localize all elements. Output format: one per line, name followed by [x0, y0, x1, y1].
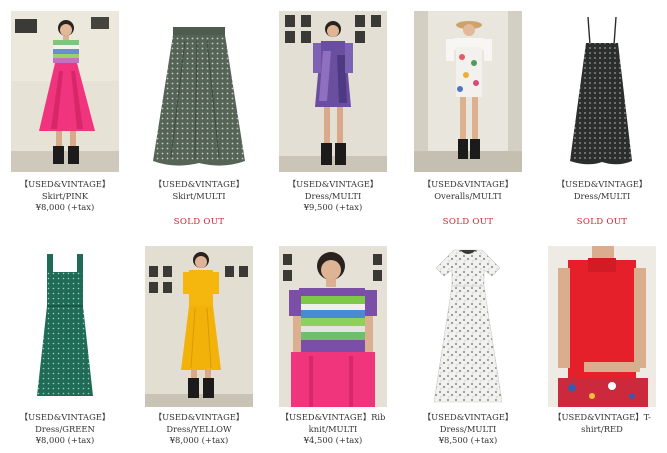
- green-dress-photo: [11, 246, 119, 407]
- product-image[interactable]: [414, 11, 522, 172]
- product-price: ¥8,000 (+tax): [35, 435, 95, 445]
- red-tank-photo: [548, 246, 656, 407]
- sold-out-label: SOLD OUT: [173, 217, 225, 227]
- product-title[interactable]: 【USED&VINTAGE】T-: [534, 412, 667, 424]
- product-title[interactable]: 【USED&VINTAGE】: [400, 179, 536, 191]
- product-image[interactable]: [548, 11, 656, 172]
- product-title[interactable]: 【USED&VINTAGE】: [534, 179, 667, 191]
- product-subtitle[interactable]: Overalls/MULTI: [400, 191, 536, 203]
- product-image[interactable]: [414, 246, 522, 407]
- product-price: ¥8,000 (+tax): [35, 202, 95, 212]
- product-image[interactable]: [11, 246, 119, 407]
- product-image[interactable]: [548, 246, 656, 407]
- product-image[interactable]: [279, 246, 387, 407]
- product-price: ¥8,000 (+tax): [169, 435, 229, 445]
- product-title[interactable]: 【USED&VINTAGE】Rib: [265, 412, 401, 424]
- product-title[interactable]: 【USED&VINTAGE】: [265, 179, 401, 191]
- product-caption[interactable]: 【USED&VINTAGE】T- shirt/RED: [534, 412, 667, 435]
- product-caption[interactable]: 【USED&VINTAGE】 Dress/YELLOW ¥8,000 (+tax…: [131, 412, 267, 447]
- white-dress-photo: [414, 246, 522, 407]
- product-caption[interactable]: 【USED&VINTAGE】 Dress/GREEN ¥8,000 (+tax): [0, 412, 133, 447]
- product-subtitle[interactable]: Dress/MULTI: [265, 191, 401, 203]
- product-image[interactable]: [145, 11, 253, 172]
- product-price: ¥8,500 (+tax): [438, 435, 498, 445]
- pink-skirt-photo: [11, 11, 119, 172]
- product-title[interactable]: 【USED&VINTAGE】: [0, 412, 133, 424]
- product-subtitle[interactable]: Dress/MULTI: [400, 424, 536, 436]
- product-title[interactable]: 【USED&VINTAGE】: [131, 412, 267, 424]
- product-caption[interactable]: 【USED&VINTAGE】 Dress/MULTI: [534, 179, 667, 202]
- product-image[interactable]: [279, 11, 387, 172]
- product-caption[interactable]: 【USED&VINTAGE】 Skirt/MULTI: [131, 179, 267, 202]
- product-image[interactable]: [11, 11, 119, 172]
- product-price: ¥9,500 (+tax): [303, 202, 363, 212]
- product-image[interactable]: [145, 246, 253, 407]
- gray-skirt-photo: [145, 11, 253, 172]
- product-subtitle[interactable]: Dress/YELLOW: [131, 424, 267, 436]
- product-subtitle[interactable]: Dress/MULTI: [534, 191, 667, 203]
- overalls-photo: [414, 11, 522, 172]
- product-subtitle[interactable]: knit/MULTI: [265, 424, 401, 436]
- product-title[interactable]: 【USED&VINTAGE】: [400, 412, 536, 424]
- product-caption[interactable]: 【USED&VINTAGE】Rib knit/MULTI ¥4,500 (+ta…: [265, 412, 401, 447]
- product-title[interactable]: 【USED&VINTAGE】: [131, 179, 267, 191]
- product-caption[interactable]: 【USED&VINTAGE】 Skirt/PINK ¥8,000 (+tax): [0, 179, 133, 214]
- sold-out-label: SOLD OUT: [576, 217, 628, 227]
- slip-dress-photo: [548, 11, 656, 172]
- product-price: ¥4,500 (+tax): [303, 435, 363, 445]
- product-subtitle[interactable]: shirt/RED: [534, 424, 667, 436]
- sold-out-label: SOLD OUT: [442, 217, 494, 227]
- product-subtitle[interactable]: Skirt/MULTI: [131, 191, 267, 203]
- product-caption[interactable]: 【USED&VINTAGE】 Overalls/MULTI: [400, 179, 536, 202]
- yellow-dress-photo: [145, 246, 253, 407]
- product-caption[interactable]: 【USED&VINTAGE】 Dress/MULTI ¥8,500 (+tax): [400, 412, 536, 447]
- product-subtitle[interactable]: Dress/GREEN: [0, 424, 133, 436]
- product-caption[interactable]: 【USED&VINTAGE】 Dress/MULTI ¥9,500 (+tax): [265, 179, 401, 214]
- striped-knit-photo: [279, 246, 387, 407]
- product-title[interactable]: 【USED&VINTAGE】: [0, 179, 133, 191]
- product-subtitle[interactable]: Skirt/PINK: [0, 191, 133, 203]
- purple-dress-photo: [279, 11, 387, 172]
